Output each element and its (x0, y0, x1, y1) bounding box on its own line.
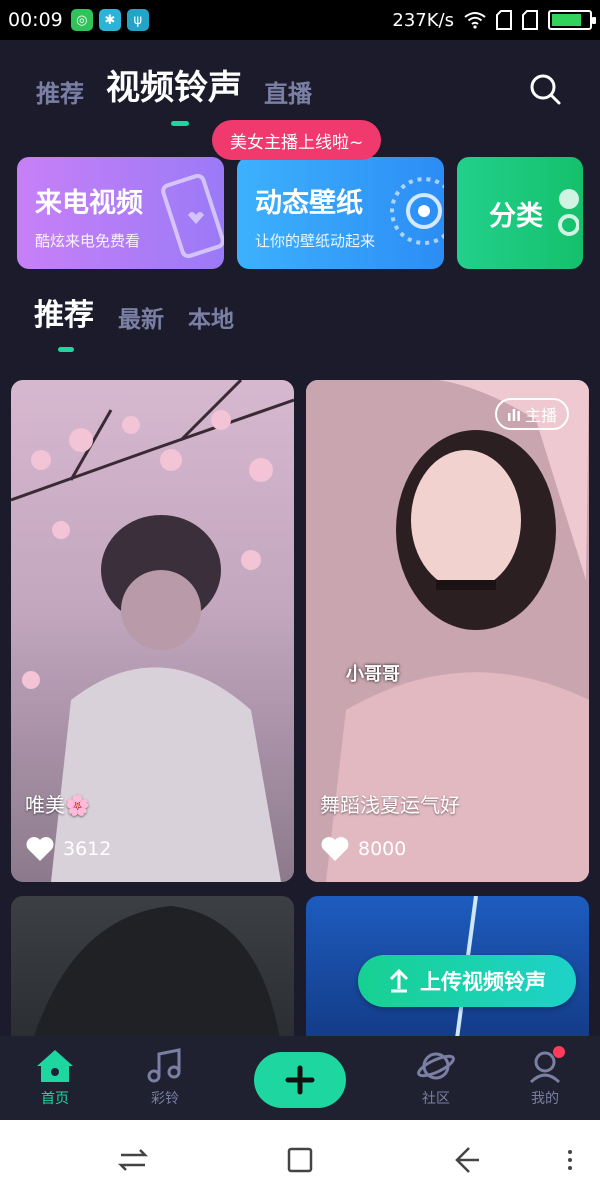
app-notification-icon: ◎ (70, 9, 93, 31)
tab-indicator (171, 121, 189, 126)
heart-icon (321, 837, 349, 861)
upload-icon (389, 969, 409, 993)
subtab-indicator (58, 347, 74, 352)
video-card[interactable] (11, 896, 294, 1046)
tab-recommend[interactable]: 推荐 (36, 74, 84, 109)
status-time: 00:09 (8, 9, 63, 31)
app-notification-icon: ✱ (98, 9, 121, 31)
tab-live[interactable]: 直播 (264, 74, 312, 109)
menu-icon[interactable] (552, 1142, 588, 1178)
live-badge-label: 主播 (524, 406, 557, 425)
battery-icon (548, 10, 596, 30)
live-badge: 主播 (494, 398, 569, 430)
nav-community[interactable]: 社区 (396, 1036, 476, 1120)
wallpaper-icon (390, 177, 444, 245)
banner-category[interactable]: 分类 (457, 157, 583, 269)
search-icon[interactable] (528, 72, 562, 106)
card-title: 唯美🌸 (25, 793, 90, 817)
nav-label: 我的 (531, 1091, 559, 1107)
like-count[interactable]: 3612 (25, 836, 111, 862)
system-nav-bar (0, 1120, 600, 1200)
nav-label: 彩铃 (151, 1091, 179, 1107)
notification-dot (553, 1046, 565, 1058)
heart-icon (26, 837, 54, 861)
like-number: 8000 (358, 838, 407, 860)
home-icon (37, 1050, 73, 1082)
upload-video-ringtone-button[interactable]: 上传视频铃声 (358, 955, 576, 1007)
card-title: 舞蹈浅夏运气好 (320, 793, 460, 817)
wifi-icon (464, 12, 486, 29)
subtab-recommend[interactable]: 推荐 (34, 290, 94, 334)
create-button[interactable] (254, 1052, 346, 1108)
like-number: 3612 (63, 838, 112, 860)
category-icon (558, 189, 579, 236)
music-note-icon (147, 1048, 181, 1083)
nav-label: 社区 (422, 1091, 450, 1107)
nav-label: 首页 (41, 1091, 69, 1107)
usb-icon: ψ (126, 9, 149, 31)
video-card[interactable]: 主播 小哥哥 舞蹈浅夏运气好 8000 (306, 380, 589, 882)
banner-live-wallpaper[interactable]: 动态壁纸 让你的壁纸动起来 (237, 157, 444, 269)
plus-icon (285, 1065, 315, 1095)
sub-tabs: 推荐 最新 本地 (34, 290, 234, 334)
tab-video-ringtone[interactable]: 视频铃声 (106, 60, 242, 109)
video-thumbnail (31, 906, 281, 1046)
network-speed: 237K/s (392, 9, 454, 31)
sim-icon (496, 10, 512, 30)
subtab-latest[interactable]: 最新 (118, 300, 164, 334)
bottom-nav: 首页 彩铃 社区 我的 (0, 1036, 600, 1120)
nav-profile[interactable]: 我的 (505, 1036, 585, 1120)
nav-ringtone[interactable]: 彩铃 (125, 1036, 205, 1120)
top-tabs: 推荐 视频铃声 直播 (36, 60, 312, 109)
upload-button-label: 上传视频铃声 (420, 970, 546, 994)
live-icon (507, 409, 520, 421)
video-card[interactable]: 唯美🌸 3612 (11, 380, 294, 882)
subtab-local[interactable]: 本地 (188, 300, 234, 334)
status-bar: 00:09 ◎ ✱ ψ 237K/s (0, 0, 600, 40)
sim-icon (522, 10, 538, 30)
live-toast[interactable]: 美女主播上线啦~ (212, 120, 382, 160)
banner-title: 分类 (489, 200, 543, 232)
switch-icon[interactable] (115, 1142, 151, 1178)
back-icon[interactable] (449, 1142, 485, 1178)
banner-incoming-call-video[interactable]: 来电视频 酷炫来电免费看 (17, 157, 224, 269)
video-overlay-text: 小哥哥 (346, 664, 400, 685)
phone-icon (161, 173, 224, 259)
home-square-icon[interactable] (282, 1142, 318, 1178)
planet-icon (417, 1052, 455, 1080)
nav-home[interactable]: 首页 (15, 1036, 95, 1120)
like-count[interactable]: 8000 (320, 836, 406, 862)
